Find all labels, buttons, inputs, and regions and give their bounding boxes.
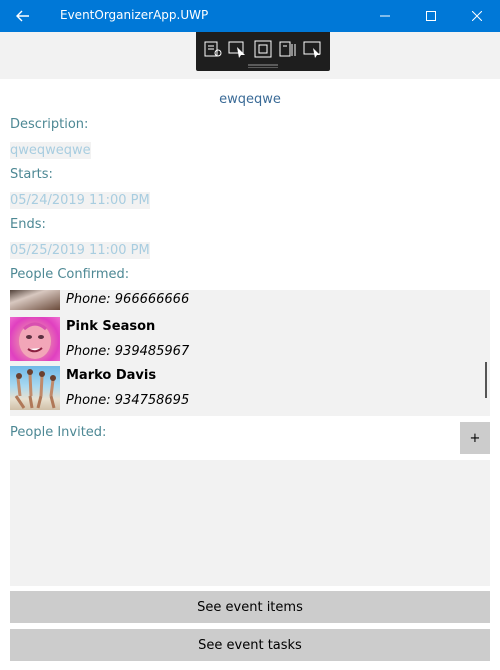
maximize-button[interactable] <box>408 0 454 32</box>
minimize-icon <box>380 15 390 17</box>
add-invitee-button[interactable]: + <box>460 422 490 454</box>
window-title: EventOrganizerApp.UWP <box>60 8 209 22</box>
description-value: qweqweqwe <box>10 142 91 159</box>
close-button[interactable] <box>454 0 500 32</box>
debug-toolbar <box>196 32 330 71</box>
toolbar-grip[interactable] <box>248 64 278 66</box>
person-phone: Phone: 934758695 <box>66 393 190 408</box>
people-confirmed-label: People Confirmed: <box>10 267 130 282</box>
toolbar-grip-line <box>248 67 278 68</box>
display-adorners-icon[interactable] <box>252 38 274 60</box>
maximize-icon <box>426 11 436 21</box>
invited-people-list[interactable] <box>10 460 490 586</box>
see-event-tasks-button[interactable]: See event tasks <box>10 629 490 661</box>
see-event-items-button[interactable]: See event items <box>10 591 490 623</box>
minimize-button[interactable] <box>362 0 408 32</box>
back-button[interactable] <box>0 0 46 32</box>
title-bar: EventOrganizerApp.UWP <box>0 0 500 32</box>
list-item[interactable]: Marko Davis Phone: 934758695 <box>10 366 490 416</box>
track-focus-icon[interactable] <box>302 38 324 60</box>
event-name: ewqeqwe <box>219 92 281 107</box>
confirmed-people-list[interactable]: Phone: 966666666 Pink Season Phone: 9394… <box>10 290 490 416</box>
description-label: Description: <box>10 117 89 132</box>
list-scrollbar[interactable] <box>485 362 487 398</box>
list-item[interactable]: Phone: 966666666 <box>10 290 490 316</box>
close-icon <box>472 11 482 21</box>
people-invited-label: People Invited: <box>10 425 107 440</box>
person-name: Pink Season <box>66 319 156 334</box>
avatar <box>10 290 60 310</box>
layout-adorners-icon[interactable] <box>277 38 299 60</box>
person-name: Marko Davis <box>66 368 157 383</box>
starts-value: 05/24/2019 11:00 PM <box>10 192 150 209</box>
ends-label: Ends: <box>10 217 46 232</box>
avatar <box>10 317 60 361</box>
live-tree-icon[interactable] <box>202 38 224 60</box>
person-phone: Phone: 966666666 <box>66 292 190 307</box>
ends-value: 05/25/2019 11:00 PM <box>10 242 150 259</box>
person-phone: Phone: 939485967 <box>66 344 190 359</box>
back-arrow-icon <box>16 10 29 22</box>
select-element-icon[interactable] <box>227 38 249 60</box>
avatar <box>10 366 60 410</box>
starts-label: Starts: <box>10 167 53 182</box>
toolbar-area <box>0 32 500 79</box>
list-item[interactable]: Pink Season Phone: 939485967 <box>10 316 490 366</box>
